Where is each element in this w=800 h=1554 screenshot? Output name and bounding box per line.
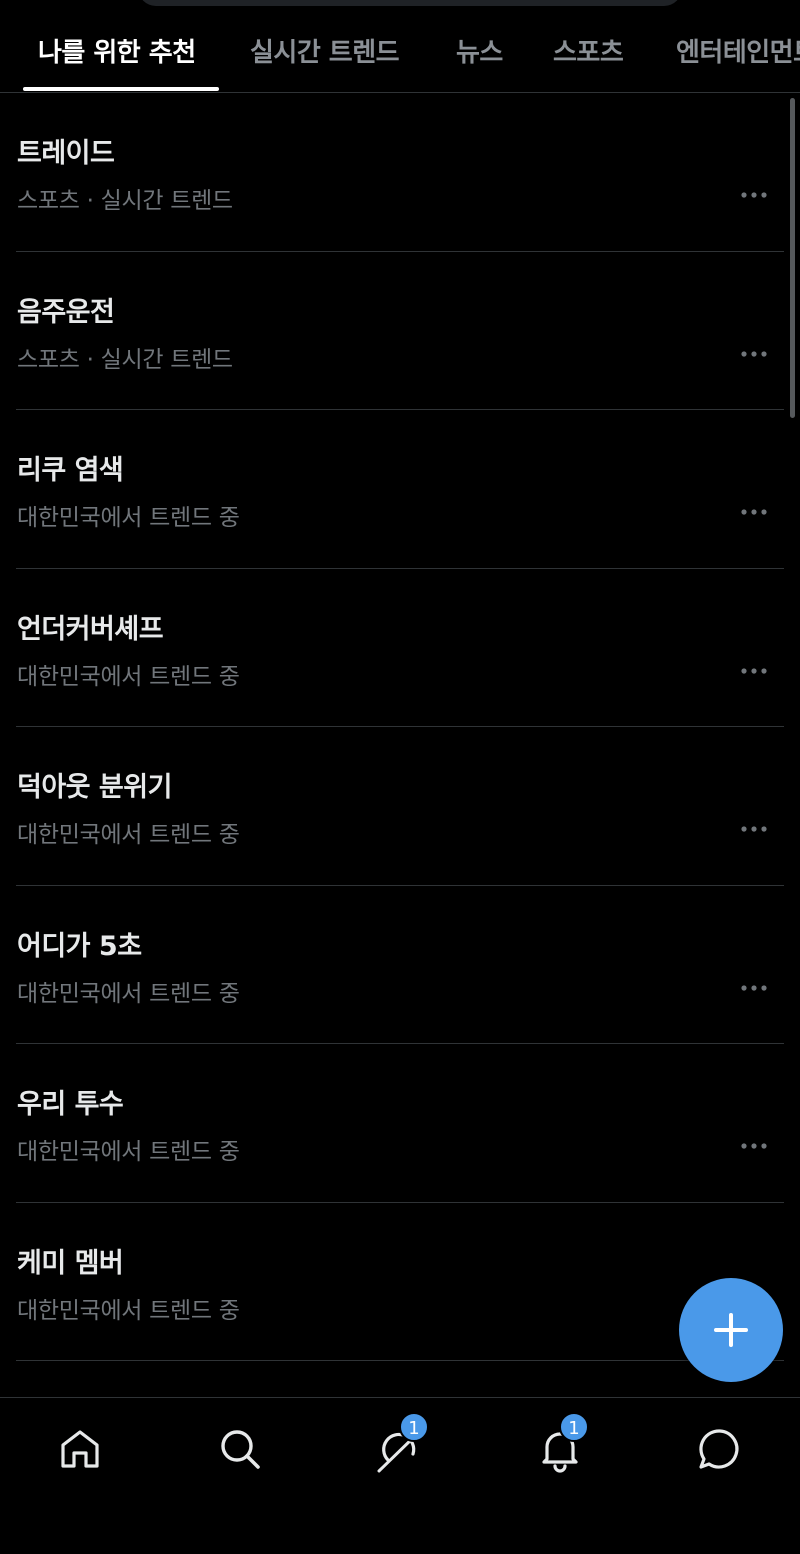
more-icon[interactable] <box>740 984 768 992</box>
trend-item[interactable]: 우리 투수 대한민국에서 트렌드 중 <box>16 1044 784 1203</box>
trend-list: 트레이드 스포츠 · 실시간 트렌드 음주운전 스포츠 · 실시간 트렌드 리쿠… <box>0 93 800 1361</box>
trend-title: 덕아웃 분위기 <box>17 772 172 803</box>
notifications-badge: 1 <box>559 1412 589 1442</box>
grok-badge: 1 <box>399 1412 429 1442</box>
trend-meta: 대한민국에서 트렌드 중 <box>17 663 240 690</box>
active-tab-indicator <box>23 87 219 91</box>
trend-meta: 대한민국에서 트렌드 중 <box>17 505 240 531</box>
more-icon[interactable] <box>740 1142 768 1150</box>
trend-title: 리쿠 염색 <box>17 455 124 486</box>
nav-search[interactable] <box>215 1424 265 1474</box>
plus-icon <box>714 1313 748 1347</box>
messages-icon <box>699 1429 739 1469</box>
trend-meta: 대한민국에서 트렌드 중 <box>17 1139 240 1165</box>
tab-for-you[interactable]: 나를 위한 추천 <box>38 32 196 69</box>
nav-notifications[interactable]: 1 <box>535 1412 589 1474</box>
trend-title: 우리 투수 <box>17 1089 124 1120</box>
tab-bar: 나를 위한 추천 실시간 트렌드 뉴스 스포츠 엔터테인먼트 <box>0 0 800 93</box>
tab-trending[interactable]: 실시간 트렌드 <box>250 32 400 69</box>
nav-messages[interactable] <box>695 1424 745 1474</box>
trend-meta: 대한민국에서 트렌드 중 <box>17 1297 240 1324</box>
trend-title: 음주운전 <box>17 296 115 328</box>
trend-meta: 대한민국에서 트렌드 중 <box>17 980 240 1007</box>
trend-meta: 스포츠 · 실시간 트렌드 <box>17 346 233 373</box>
tab-news[interactable]: 뉴스 <box>456 32 503 69</box>
nav-home[interactable] <box>55 1424 105 1474</box>
trend-meta: 스포츠 · 실시간 트렌드 <box>17 188 233 214</box>
trend-item[interactable]: 음주운전 스포츠 · 실시간 트렌드 <box>16 252 784 410</box>
compose-button[interactable] <box>679 1278 783 1382</box>
trend-item[interactable]: 케미 멤버 대한민국에서 트렌드 중 <box>16 1203 784 1361</box>
nav-grok[interactable]: 1 <box>375 1412 429 1474</box>
more-icon[interactable] <box>740 508 768 516</box>
trend-item[interactable]: 어디가 5초 대한민국에서 트렌드 중 <box>16 886 784 1044</box>
trend-title: 트레이드 <box>17 138 115 169</box>
trend-item[interactable]: 트레이드 스포츠 · 실시간 트렌드 <box>16 93 784 252</box>
tab-entertainment[interactable]: 엔터테인먼트 <box>676 32 800 69</box>
bottom-nav: 1 1 <box>0 1397 800 1554</box>
search-icon <box>221 1430 260 1469</box>
trend-meta: 대한민국에서 트렌드 중 <box>17 822 240 848</box>
more-icon[interactable] <box>740 350 768 358</box>
tab-sports[interactable]: 스포츠 <box>553 32 624 69</box>
trend-item[interactable]: 덕아웃 분위기 대한민국에서 트렌드 중 <box>16 727 784 886</box>
more-icon[interactable] <box>740 825 768 833</box>
more-icon[interactable] <box>740 667 768 675</box>
trend-item[interactable]: 리쿠 염색 대한민국에서 트렌드 중 <box>16 410 784 569</box>
home-icon <box>61 1430 99 1468</box>
trend-item[interactable]: 언더커버셰프 대한민국에서 트렌드 중 <box>16 569 784 727</box>
trend-title: 케미 멤버 <box>17 1247 124 1279</box>
more-icon[interactable] <box>740 191 768 199</box>
trend-title: 어디가 5초 <box>17 930 142 962</box>
trend-title: 언더커버셰프 <box>17 613 164 645</box>
scrollbar[interactable] <box>790 98 795 418</box>
